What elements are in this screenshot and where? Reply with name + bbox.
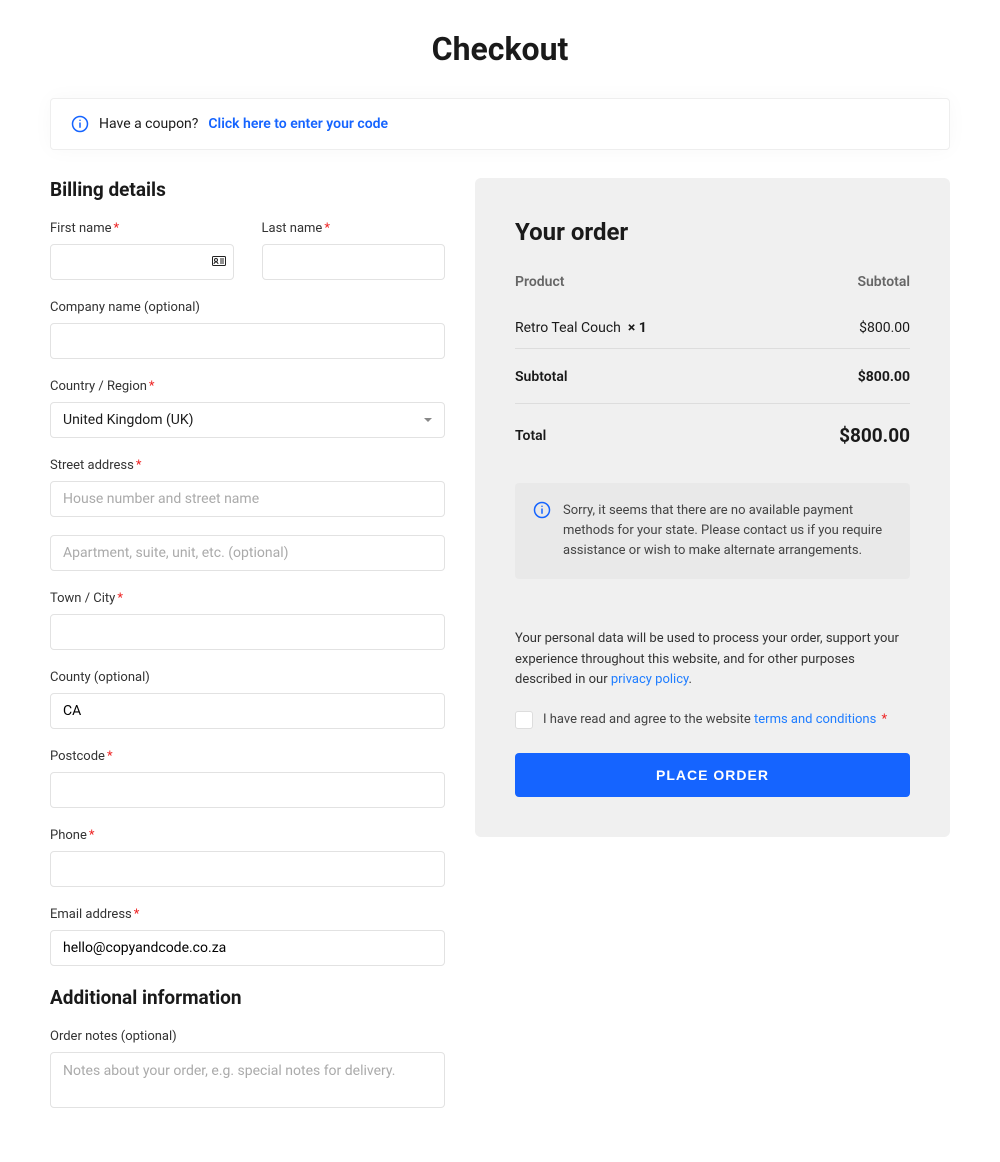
notes-input[interactable] (50, 1052, 445, 1108)
first-name-label: First name* (50, 221, 234, 236)
payment-notice: Sorry, it seems that there are no availa… (515, 483, 910, 579)
notes-label: Order notes (optional) (50, 1029, 445, 1044)
item-name: Retro Teal Couch (515, 320, 621, 336)
total-row: Total $800.00 (515, 404, 910, 460)
email-input[interactable] (50, 930, 445, 966)
page-title: Checkout (50, 30, 950, 68)
terms-row: I have read and agree to the website ter… (515, 710, 910, 731)
country-select[interactable]: United Kingdom (UK) (50, 402, 445, 438)
terms-checkbox[interactable] (515, 711, 533, 729)
order-panel: Your order Product Subtotal Retro Teal C… (475, 178, 950, 837)
city-label: Town / City* (50, 591, 445, 606)
item-qty: × 1 (628, 320, 647, 336)
terms-link[interactable]: terms and conditions (754, 712, 876, 727)
order-heading: Your order (515, 218, 910, 246)
email-label: Email address* (50, 907, 445, 922)
item-price: $800.00 (772, 308, 910, 349)
phone-input[interactable] (50, 851, 445, 887)
place-order-button[interactable]: PLACE ORDER (515, 753, 910, 797)
additional-heading: Additional information (50, 986, 445, 1009)
city-input[interactable] (50, 614, 445, 650)
info-icon (533, 501, 551, 519)
coupon-notice: Have a coupon? Click here to enter your … (50, 98, 950, 150)
last-name-input[interactable] (262, 244, 446, 280)
coupon-prompt: Have a coupon? (99, 116, 198, 132)
th-subtotal: Subtotal (772, 274, 910, 308)
chevron-down-icon (424, 418, 432, 422)
billing-heading: Billing details (50, 178, 445, 201)
county-input[interactable] (50, 693, 445, 729)
order-table: Product Subtotal Retro Teal Couch × 1 $8… (515, 274, 910, 459)
phone-label: Phone* (50, 828, 445, 843)
country-value: United Kingdom (UK) (63, 412, 194, 428)
street2-input[interactable] (50, 535, 445, 571)
postcode-label: Postcode* (50, 749, 445, 764)
privacy-text: Your personal data will be used to proce… (515, 629, 910, 689)
last-name-label: Last name* (262, 221, 446, 236)
street1-input[interactable] (50, 481, 445, 517)
county-label: County (optional) (50, 670, 445, 685)
info-icon (71, 115, 89, 133)
first-name-input[interactable] (50, 244, 234, 280)
privacy-link[interactable]: privacy policy (611, 672, 689, 687)
street-label: Street address* (50, 458, 445, 473)
country-label: Country / Region* (50, 379, 445, 394)
subtotal-row: Subtotal $800.00 (515, 349, 910, 404)
company-label: Company name (optional) (50, 300, 445, 315)
th-product: Product (515, 274, 772, 308)
coupon-link[interactable]: Click here to enter your code (208, 116, 388, 132)
postcode-input[interactable] (50, 772, 445, 808)
table-row: Retro Teal Couch × 1 $800.00 (515, 308, 910, 349)
company-input[interactable] (50, 323, 445, 359)
